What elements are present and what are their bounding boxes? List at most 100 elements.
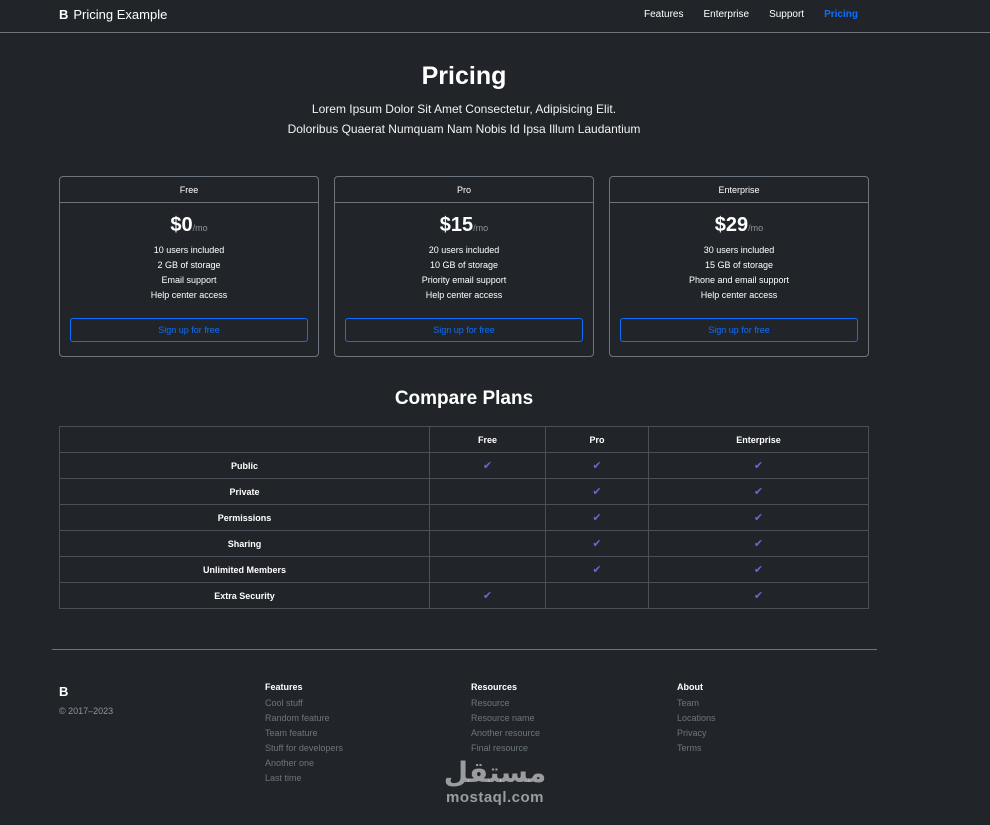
price-amount: $29 xyxy=(714,214,749,236)
signup-button-pro[interactable]: Sign up for free xyxy=(345,318,583,342)
plan-price: $15/mo xyxy=(335,214,593,237)
footer-column-title: Resources xyxy=(471,682,518,692)
check-icon: ✔ xyxy=(753,512,764,524)
nav-link-enterprise[interactable]: Enterprise xyxy=(703,9,749,20)
signup-button-enterprise[interactable]: Sign up for free xyxy=(620,318,858,342)
table-row: Unlimited Members ✔ ✔ xyxy=(59,556,869,583)
pricing-card-free: Free $0/mo 10 users included 2 GB of sto… xyxy=(59,176,319,357)
footer-link[interactable]: Last time xyxy=(265,771,343,786)
table-cell xyxy=(429,504,546,531)
footer-link[interactable]: Another resource xyxy=(471,726,540,741)
check-icon: ✔ xyxy=(592,538,602,550)
plan-features: 30 users included 15 GB of storage Phone… xyxy=(610,243,868,303)
footer-link[interactable]: Terms xyxy=(677,741,716,756)
footer-link[interactable]: Privacy xyxy=(677,726,716,741)
plan-feature: Email support xyxy=(161,275,217,285)
footer-logo: B xyxy=(59,684,69,699)
nav-link-support[interactable]: Support xyxy=(769,9,804,20)
navbar: B Pricing Example Features Enterprise Su… xyxy=(0,0,990,33)
plan-name: Enterprise xyxy=(610,177,868,203)
watermark-latin: mostaql.com xyxy=(445,789,545,806)
compare-title: Compare Plans xyxy=(394,388,534,409)
plan-feature: 10 users included xyxy=(153,245,225,255)
table-cell: ✔ xyxy=(545,504,649,531)
column-header xyxy=(59,426,430,453)
feature-label: Private xyxy=(59,478,430,505)
plan-feature: Phone and email support xyxy=(688,275,790,285)
table-cell xyxy=(429,530,546,557)
footer-link[interactable]: Stuff for developers xyxy=(265,741,343,756)
feature-label: Public xyxy=(59,452,430,479)
table-cell: ✔ xyxy=(429,582,546,609)
pricing-cards: Free $0/mo 10 users included 2 GB of sto… xyxy=(59,176,869,357)
table-cell: ✔ xyxy=(648,582,869,609)
plan-price: $29/mo xyxy=(610,214,868,237)
check-icon: ✔ xyxy=(482,590,493,602)
plan-feature: 30 users included xyxy=(703,245,775,255)
price-period: /mo xyxy=(192,223,208,233)
compare-table-body: Public ✔ ✔ ✔ Private ✔ ✔ Permissions ✔ ✔ Sharing ✔ ✔… xyxy=(59,452,869,609)
watermark: مستقل mostaql.com xyxy=(434,757,556,806)
footer-column-title: About xyxy=(677,682,703,692)
page-title: Pricing xyxy=(421,62,507,90)
check-icon: ✔ xyxy=(753,564,764,576)
plan-features: 20 users included 10 GB of storage Prior… xyxy=(335,243,593,303)
brand-text: Pricing Example xyxy=(73,7,168,22)
footer-link[interactable]: Resource xyxy=(471,696,540,711)
footer-column-about: About Team Locations Privacy Terms xyxy=(677,682,716,756)
check-icon: ✔ xyxy=(592,512,602,524)
brand-link[interactable]: B Pricing Example xyxy=(59,7,167,22)
table-row: Permissions ✔ ✔ xyxy=(59,504,869,531)
check-icon: ✔ xyxy=(753,486,764,498)
feature-label: Extra Security xyxy=(59,582,430,609)
compare-table: Free Pro Enterprise Public ✔ ✔ ✔ Private ✔ ✔ Pe… xyxy=(59,426,869,609)
table-row: Extra Security ✔ ✔ xyxy=(59,582,869,609)
footer-link[interactable]: Cool stuff xyxy=(265,696,343,711)
footer-divider xyxy=(52,649,877,650)
plan-feature: 10 GB of storage xyxy=(429,260,499,270)
brand-logo: B xyxy=(59,7,69,22)
signup-button-free[interactable]: Sign up for free xyxy=(70,318,308,342)
feature-label: Sharing xyxy=(59,530,430,557)
price-amount: $15 xyxy=(439,214,474,236)
table-cell: ✔ xyxy=(648,452,869,479)
table-cell: ✔ xyxy=(545,478,649,505)
column-header: Enterprise xyxy=(648,426,869,453)
footer-link[interactable]: Random feature xyxy=(265,711,343,726)
check-icon: ✔ xyxy=(482,460,493,472)
check-icon: ✔ xyxy=(592,486,602,498)
plan-feature: 2 GB of storage xyxy=(157,260,221,270)
footer-link[interactable]: Locations xyxy=(677,711,716,726)
check-icon: ✔ xyxy=(592,460,602,472)
check-icon: ✔ xyxy=(753,538,764,550)
table-cell: ✔ xyxy=(648,504,869,531)
header-subtitle-line-2: Doloribus Quaerat Numquam Nam Nobis Id I… xyxy=(287,122,641,136)
plan-feature: 15 GB of storage xyxy=(704,260,774,270)
check-icon: ✔ xyxy=(753,460,764,472)
table-cell xyxy=(429,478,546,505)
table-row: Public ✔ ✔ ✔ xyxy=(59,452,869,479)
footer-column-title: Features xyxy=(265,682,303,692)
nav-link-features[interactable]: Features xyxy=(644,9,683,20)
plan-price: $0/mo xyxy=(60,214,318,237)
footer-link[interactable]: Another one xyxy=(265,756,343,771)
pricing-card-enterprise: Enterprise $29/mo 30 users included 15 G… xyxy=(609,176,869,357)
table-cell: ✔ xyxy=(648,478,869,505)
footer-column-features: Features Cool stuff Random feature Team … xyxy=(265,682,343,786)
nav-links: Features Enterprise Support Pricing xyxy=(644,9,858,20)
header-subtitle-line-1: Lorem Ipsum Dolor Sit Amet Consectetur, … xyxy=(311,102,617,116)
footer-link[interactable]: Team xyxy=(677,696,716,711)
watermark-arabic: مستقل xyxy=(443,757,547,788)
footer-copyright: © 2017–2023 xyxy=(59,706,114,716)
table-row: Sharing ✔ ✔ xyxy=(59,530,869,557)
footer-link[interactable]: Final resource xyxy=(471,741,540,756)
footer-link[interactable]: Team feature xyxy=(265,726,343,741)
plan-feature: 20 users included xyxy=(428,245,500,255)
table-cell: ✔ xyxy=(545,530,649,557)
plan-feature: Help center access xyxy=(150,290,228,300)
price-period: /mo xyxy=(473,223,489,233)
nav-link-pricing[interactable]: Pricing xyxy=(824,9,858,20)
footer-link[interactable]: Resource name xyxy=(471,711,540,726)
plan-name: Free xyxy=(60,177,318,203)
check-icon: ✔ xyxy=(592,564,602,576)
